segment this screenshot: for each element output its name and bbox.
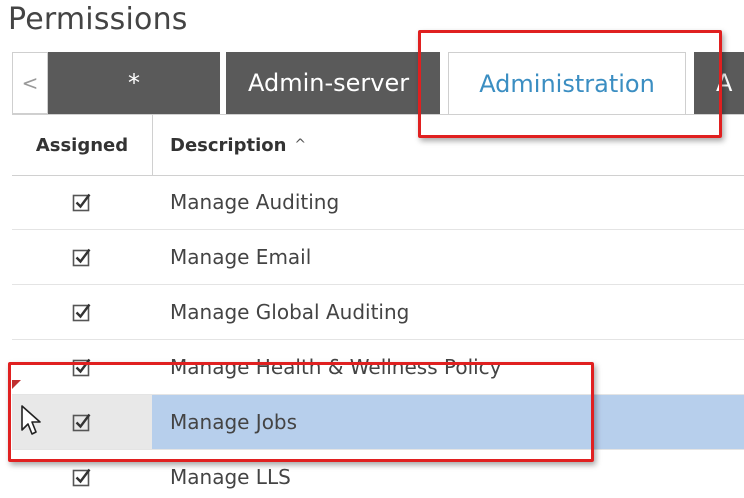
table-row[interactable]: Manage Email <box>12 230 744 285</box>
checkbox-checked-icon[interactable] <box>72 247 92 267</box>
table-row[interactable]: Manage Health & Wellness Policy <box>12 340 744 395</box>
table-row[interactable]: Manage LLS <box>12 450 744 498</box>
assigned-cell[interactable] <box>12 450 152 498</box>
description-cell: Manage Email <box>170 245 312 269</box>
permissions-grid: Manage Auditing Manage Email Manage Glob… <box>12 175 744 498</box>
tab-administration[interactable]: Administration <box>448 52 686 114</box>
table-row[interactable]: Manage Auditing <box>12 175 744 230</box>
column-header-description-label: Description <box>170 134 287 156</box>
tab-scroll-left-button[interactable]: < <box>12 52 48 114</box>
tab-admin-server[interactable]: Admin-server <box>226 52 440 114</box>
row-modified-marker <box>12 380 21 389</box>
description-cell: Manage LLS <box>170 465 291 489</box>
page-title: Permissions <box>8 2 188 37</box>
sort-ascending-icon: ^ <box>294 137 307 153</box>
tab-next[interactable]: A <box>694 52 744 114</box>
assigned-cell[interactable] <box>12 175 152 229</box>
checkbox-checked-icon[interactable] <box>72 467 92 487</box>
tab-bar: < * Admin-server Administration A <box>0 52 744 114</box>
description-cell: Manage Jobs <box>152 395 744 449</box>
description-cell: Manage Global Auditing <box>170 300 410 324</box>
column-header-assigned[interactable]: Assigned <box>12 115 153 175</box>
checkbox-checked-icon[interactable] <box>72 357 92 377</box>
checkbox-checked-icon[interactable] <box>72 192 92 212</box>
table-row[interactable]: Manage Global Auditing <box>12 285 744 340</box>
assigned-cell[interactable] <box>12 340 152 394</box>
mouse-pointer-icon <box>21 405 41 435</box>
table-row-selected[interactable]: Manage Jobs <box>12 395 744 450</box>
chevron-left-icon: < <box>21 71 39 95</box>
column-header-assigned-label: Assigned <box>35 134 129 156</box>
checkbox-checked-icon[interactable] <box>72 412 92 432</box>
grid-header: Assigned Description ^ <box>12 114 744 176</box>
description-cell: Manage Auditing <box>170 190 340 214</box>
checkbox-checked-icon[interactable] <box>72 302 92 322</box>
assigned-cell[interactable] <box>12 230 152 284</box>
tab-all[interactable]: * <box>48 52 220 114</box>
column-header-description[interactable]: Description ^ <box>170 115 306 175</box>
assigned-cell[interactable] <box>12 285 152 339</box>
description-cell: Manage Health & Wellness Policy <box>170 355 502 379</box>
